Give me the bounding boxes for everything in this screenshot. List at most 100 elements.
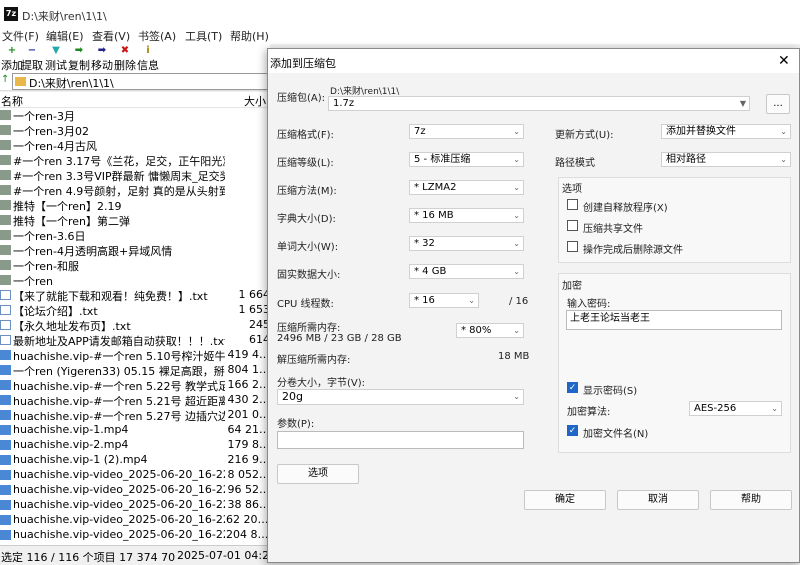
list-item[interactable]: 一个ren	[0, 273, 270, 288]
info-button[interactable]: i 信息	[136, 44, 160, 72]
list-item[interactable]: 一个ren-3.6日	[0, 228, 270, 243]
archive-name-combo[interactable]: 1.7z ▼	[328, 96, 750, 111]
copy-button[interactable]: ➡ 复制	[67, 44, 91, 72]
encrypt-names-checkbox[interactable]: ✓	[567, 425, 578, 436]
list-item[interactable]: 一个ren-4月古风	[0, 138, 270, 153]
list-item[interactable]: 推特【一个ren】2.19	[0, 198, 270, 213]
video-file-icon	[0, 515, 11, 525]
chevron-down-icon: ⌄	[780, 155, 787, 164]
toolbar: + 添加 − 提取 ▼ 测试 ➡ 复制 ➡ 移动 ✖ 删除 i 信息	[0, 44, 270, 72]
file-size: 1 653	[238, 303, 271, 316]
word-size-value: * 32	[414, 238, 435, 249]
test-button[interactable]: ▼ 测试	[44, 44, 68, 72]
file-name: 一个ren-3月	[13, 110, 75, 123]
dictionary-select[interactable]: * 16 MB ⌄	[409, 208, 524, 223]
list-item[interactable]: huachishe.vip-#一个ren 5.27号 边插穴边玩…201 0…	[0, 408, 270, 423]
word-size-select[interactable]: * 32 ⌄	[409, 236, 524, 251]
address-bar: ↑ D:\来财\ren\1\1\	[0, 72, 270, 91]
password-input[interactable]: 上老王论坛当老王	[566, 310, 782, 330]
address-input[interactable]: D:\来财\ren\1\1\	[12, 73, 270, 90]
list-item[interactable]: 一个ren-3月	[0, 108, 270, 123]
column-size[interactable]: 大小	[244, 93, 266, 109]
method-select[interactable]: * LZMA2 ⌄	[409, 180, 524, 195]
delete-after-checkbox[interactable]	[567, 241, 578, 252]
list-item[interactable]: huachishe.vip-2.mp4 179 8…	[0, 438, 270, 453]
chevron-down-icon: ▼	[739, 99, 746, 108]
video-file-icon	[0, 455, 11, 465]
list-item[interactable]: 一个ren-和服	[0, 258, 270, 273]
level-select[interactable]: 5 - 标准压缩 ⌄	[409, 152, 524, 167]
help-button[interactable]: 帮助	[710, 490, 792, 510]
menu-bookmarks[interactable]: 书签(A)	[138, 28, 176, 44]
list-item[interactable]: #一个ren 3.17号《兰花，足交，正午阳光》…	[0, 153, 270, 168]
mem-percent-select[interactable]: * 80% ⌄	[456, 323, 524, 338]
menu-tools[interactable]: 工具(T)	[185, 28, 222, 44]
file-name: #一个ren 3.17号《兰花，足交，正午阳光》…	[13, 155, 225, 168]
browse-button[interactable]: ...	[766, 94, 790, 114]
move-icon: ➡	[97, 45, 107, 56]
sfx-label: 创建自释放程序(X)	[583, 203, 668, 214]
copy-icon: ➡	[74, 45, 84, 56]
list-item[interactable]: huachishe.vip-video_2025-06-20_16-22-1…3…	[0, 498, 270, 513]
list-item[interactable]: 最新地址及APP请发邮箱自动获取！！！.txt 614	[0, 333, 270, 348]
list-item[interactable]: 【来了就能下载和观看！纯免费！】.txt 1 664	[0, 288, 270, 303]
file-name: huachishe.vip-video_2025-06-20_16-22-1…	[13, 528, 225, 541]
list-item[interactable]: huachishe.vip-video_2025-06-20_16-22-1…2…	[0, 528, 270, 543]
encryption-method-select[interactable]: AES-256 ⌄	[689, 401, 782, 416]
update-mode-select[interactable]: 添加并替换文件 ⌄	[661, 124, 791, 139]
encryption-method-label: 加密算法:	[567, 407, 611, 418]
folder-icon	[0, 140, 11, 150]
cancel-button[interactable]: 取消	[617, 490, 699, 510]
path-mode-select[interactable]: 相对路径 ⌄	[661, 152, 791, 167]
list-item[interactable]: huachishe.vip-video_2025-06-20_16-22-1…8…	[0, 468, 270, 483]
extract-button[interactable]: − 提取	[20, 44, 44, 72]
video-file-icon	[0, 470, 11, 480]
list-item[interactable]: 【永久地址发布页】.txt 245	[0, 318, 270, 333]
delete-after-label: 操作完成后删除源文件	[583, 245, 683, 256]
folder-icon	[0, 170, 11, 180]
delete-button[interactable]: ✖ 删除	[113, 44, 137, 72]
list-item[interactable]: huachishe.vip-video_2025-06-20_16-22-1…9…	[0, 483, 270, 498]
list-item[interactable]: #一个ren 3.3号VIP群最新 慵懒周末_足交奖…	[0, 168, 270, 183]
column-name[interactable]: 名称	[1, 93, 23, 109]
menu-view[interactable]: 查看(V)	[92, 28, 130, 44]
move-button[interactable]: ➡ 移动	[90, 44, 114, 72]
list-item[interactable]: huachishe.vip-1.mp4 64 21…	[0, 423, 270, 438]
solid-size-value: * 4 GB	[414, 266, 447, 277]
list-item[interactable]: 推特【一个ren】第二弹	[0, 213, 270, 228]
show-password-checkbox[interactable]: ✓	[567, 382, 578, 393]
format-select[interactable]: 7z ⌄	[409, 124, 524, 139]
ok-button[interactable]: 确定	[524, 490, 606, 510]
app-icon: 7z	[4, 7, 18, 21]
list-item[interactable]: huachishe.vip-#一个ren 5.21号 超近距离口…430 2…	[0, 393, 270, 408]
list-item[interactable]: 一个ren-3月02	[0, 123, 270, 138]
cpu-threads-select[interactable]: * 16 ⌄	[409, 293, 479, 308]
video-file-icon	[0, 410, 11, 420]
solid-size-select[interactable]: * 4 GB ⌄	[409, 264, 524, 279]
list-item[interactable]: 【论坛介绍】.txt 1 653	[0, 303, 270, 318]
list-item[interactable]: #一个ren 4.9号颜射，足射 真的是从头射到…	[0, 183, 270, 198]
address-text: D:\来财\ren\1\1\	[29, 77, 114, 90]
up-folder-icon[interactable]: ↑	[1, 74, 9, 85]
menu-edit[interactable]: 编辑(E)	[46, 28, 84, 44]
split-size-combo[interactable]: 20g ⌄	[277, 389, 524, 405]
list-item[interactable]: huachishe.vip-1 (2).mp4 216 9…	[0, 453, 270, 468]
sfx-checkbox[interactable]	[567, 199, 578, 210]
file-size: 419 4…	[227, 348, 271, 361]
cpu-threads-max: / 16	[509, 296, 529, 307]
text-file-icon	[0, 290, 11, 300]
list-item[interactable]: 一个ren-4月透明高跟+异域风情	[0, 243, 270, 258]
options-group: 选项 创建自释放程序(X) 压缩共享文件 操作完成后删除源文件	[558, 177, 791, 263]
shared-files-checkbox[interactable]	[567, 220, 578, 231]
params-input[interactable]	[277, 431, 524, 449]
video-file-icon	[0, 380, 11, 390]
close-icon[interactable]: ✕	[778, 53, 790, 69]
list-item[interactable]: huachishe.vip-video_2025-06-20_16-22-1…6…	[0, 513, 270, 528]
mem-decompress-value: 18 MB	[498, 351, 530, 362]
options-button[interactable]: 选项	[277, 464, 359, 484]
menu-help[interactable]: 帮助(H)	[230, 28, 269, 44]
menu-file[interactable]: 文件(F)	[2, 28, 39, 44]
list-item[interactable]: 一个ren (Yigeren33) 05.15 裸足高跟，掰穴… 804 1…	[0, 363, 270, 378]
list-item[interactable]: huachishe.vip-#一个ren 5.22号 教学式足交…166 2…	[0, 378, 270, 393]
list-item[interactable]: huachishe.vip-#一个ren 5.10号榨汁姬牛奶… 419 4…	[0, 348, 270, 363]
